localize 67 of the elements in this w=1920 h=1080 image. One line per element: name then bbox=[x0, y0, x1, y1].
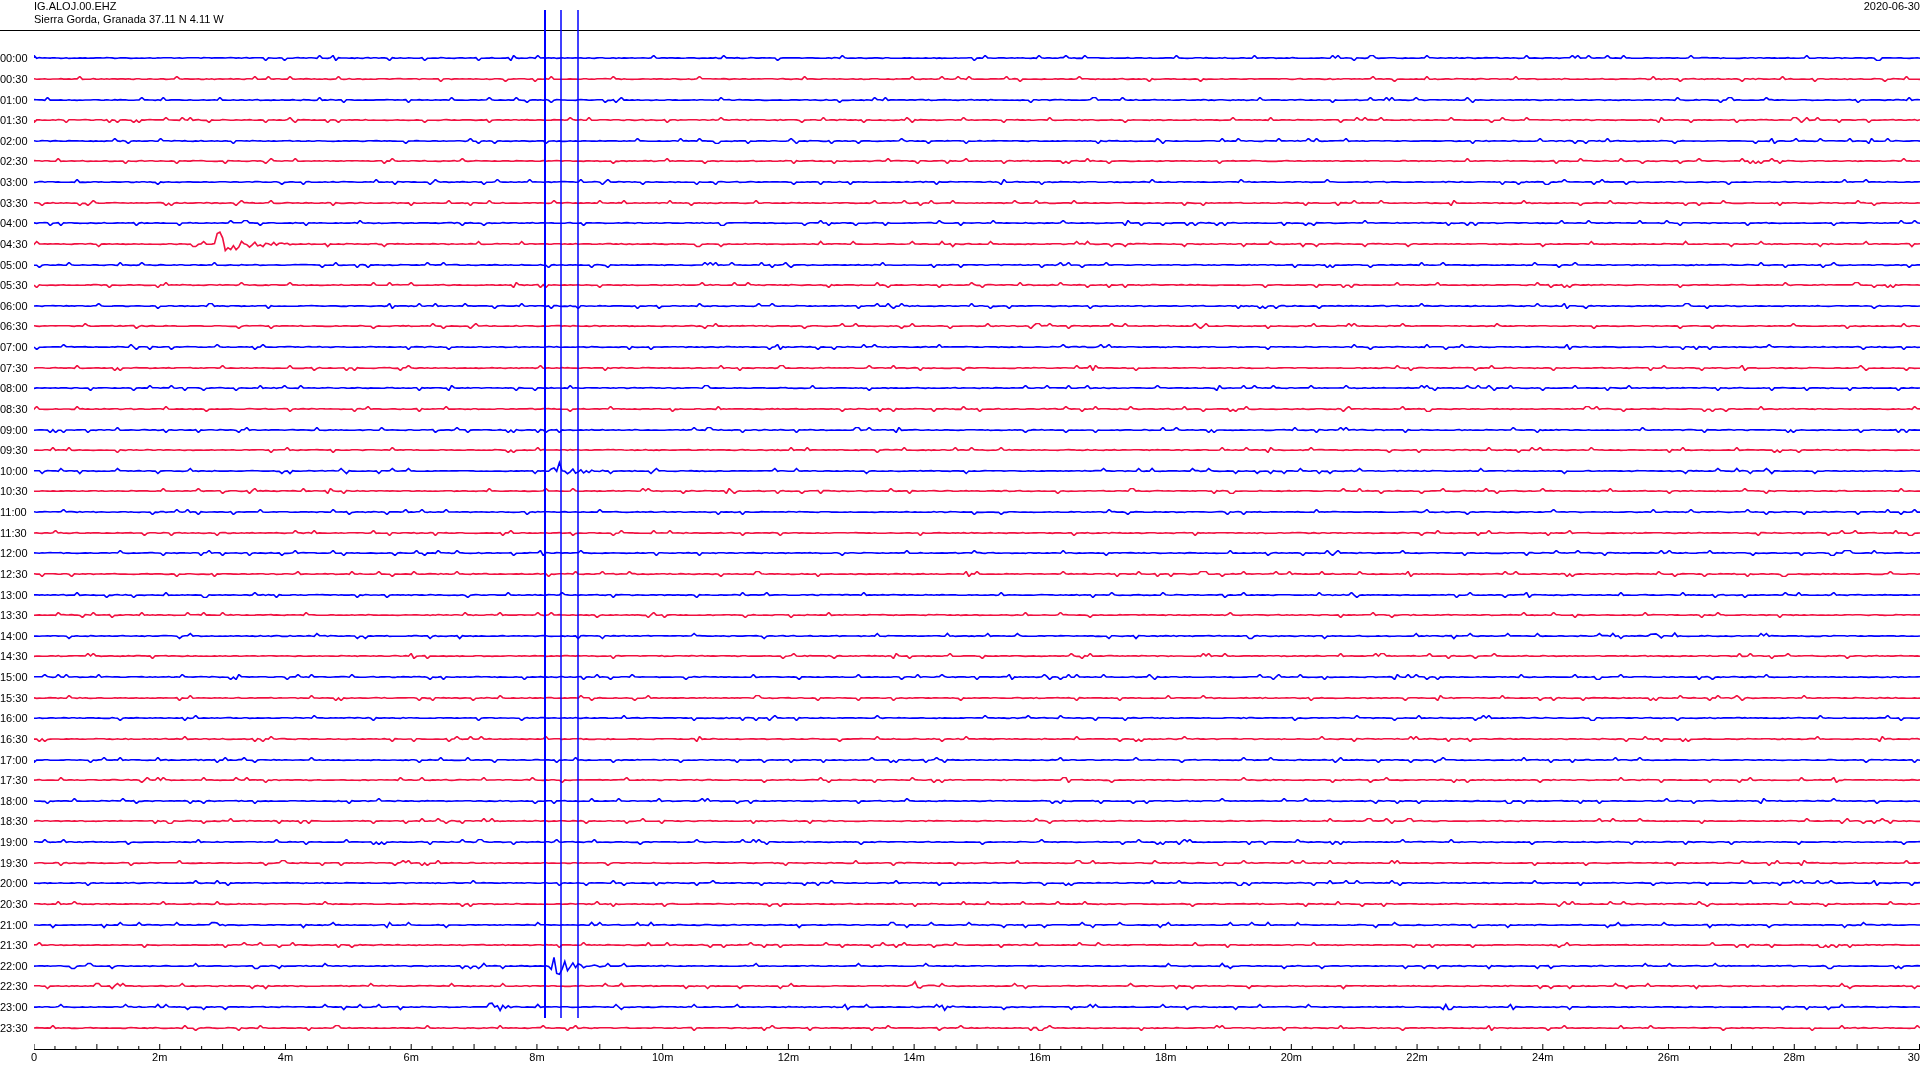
row-time-label: 19:30 bbox=[0, 856, 29, 869]
row-time-label: 15:30 bbox=[0, 691, 29, 704]
row-time-label: 06:30 bbox=[0, 320, 29, 333]
row-time-label: 23:30 bbox=[0, 1021, 29, 1034]
axis-tick-label: 22m bbox=[1406, 1051, 1428, 1063]
station-location: Sierra Gorda, Granada 37.11 N 4.11 W bbox=[34, 13, 224, 26]
row-time-label: 13:00 bbox=[0, 588, 29, 601]
row-time-label: 22:00 bbox=[0, 959, 29, 972]
row-time-label: 00:30 bbox=[0, 72, 29, 85]
axis-tick-label: 24m bbox=[1532, 1051, 1554, 1063]
axis-tick-label: 0 bbox=[31, 1051, 38, 1063]
row-time-label: 02:30 bbox=[0, 155, 29, 168]
row-time-label: 10:00 bbox=[0, 464, 29, 477]
row-time-label: 07:30 bbox=[0, 361, 29, 374]
row-time-label: 10:30 bbox=[0, 485, 29, 498]
row-time-label: 07:00 bbox=[0, 341, 29, 354]
row-time-label: 06:00 bbox=[0, 299, 29, 312]
axis-tick-label: 14m bbox=[903, 1051, 925, 1063]
row-time-label: 20:00 bbox=[0, 877, 29, 890]
axis-tick-label: 6m bbox=[403, 1051, 419, 1063]
row-time-label: 03:00 bbox=[0, 176, 29, 189]
row-time-label: 03:30 bbox=[0, 196, 29, 209]
row-time-label: 14:30 bbox=[0, 650, 29, 663]
row-time-label: 01:00 bbox=[0, 93, 29, 106]
row-time-label: 04:00 bbox=[0, 217, 29, 230]
row-time-label: 18:00 bbox=[0, 794, 29, 807]
row-time-label: 17:30 bbox=[0, 774, 29, 787]
row-time-label: 22:30 bbox=[0, 980, 29, 993]
row-time-label: 21:00 bbox=[0, 918, 29, 931]
row-time-label: 15:00 bbox=[0, 671, 29, 684]
row-time-label: 23:00 bbox=[0, 1001, 29, 1014]
axis-tick-label: 8m bbox=[529, 1051, 545, 1063]
axis-tick-label: 28m bbox=[1783, 1051, 1805, 1063]
axis-tick-label: 2m bbox=[152, 1051, 168, 1063]
row-time-label: 19:00 bbox=[0, 836, 29, 849]
row-time-label: 11:30 bbox=[0, 526, 28, 539]
axis-tick-label: 20m bbox=[1280, 1051, 1303, 1063]
row-time-label: 09:30 bbox=[0, 444, 29, 457]
row-time-label: 16:00 bbox=[0, 712, 29, 725]
axis-tick-label: 16m bbox=[1029, 1051, 1051, 1063]
row-time-label: 14:00 bbox=[0, 629, 29, 642]
row-time-label: 11:00 bbox=[0, 506, 28, 519]
axis-tick-label: 30 bbox=[1907, 1051, 1920, 1063]
row-time-label: 13:30 bbox=[0, 609, 29, 622]
row-time-label: 08:30 bbox=[0, 402, 29, 415]
axis-tick-label: 10m bbox=[651, 1051, 674, 1063]
plot-date: 2020-06-30 bbox=[1863, 0, 1920, 14]
row-time-label: 12:00 bbox=[0, 547, 29, 560]
row-time-label: 05:00 bbox=[0, 258, 29, 271]
row-time-label: 00:00 bbox=[0, 52, 29, 65]
axis-tick-label: 4m bbox=[277, 1051, 294, 1063]
axis-tick-label: 12m bbox=[777, 1051, 800, 1063]
axis-tick-label: 26m bbox=[1657, 1051, 1680, 1063]
row-time-label: 21:30 bbox=[0, 939, 29, 952]
station-code: IG.ALOJ.00.EHZ bbox=[34, 0, 118, 13]
row-time-label: 18:30 bbox=[0, 815, 29, 828]
row-time-label: 20:30 bbox=[0, 897, 29, 910]
row-time-label: 02:00 bbox=[0, 134, 29, 147]
row-time-label: 08:00 bbox=[0, 382, 29, 395]
axis-tick-label: 18m bbox=[1154, 1051, 1177, 1063]
row-time-label: 05:30 bbox=[0, 279, 29, 292]
row-time-label: 01:30 bbox=[0, 114, 29, 127]
row-time-label: 09:00 bbox=[0, 423, 29, 436]
row-time-label: 16:30 bbox=[0, 732, 29, 745]
row-time-label: 17:00 bbox=[0, 753, 29, 766]
row-time-label: 12:30 bbox=[0, 567, 29, 580]
row-time-label: 04:30 bbox=[0, 237, 29, 250]
